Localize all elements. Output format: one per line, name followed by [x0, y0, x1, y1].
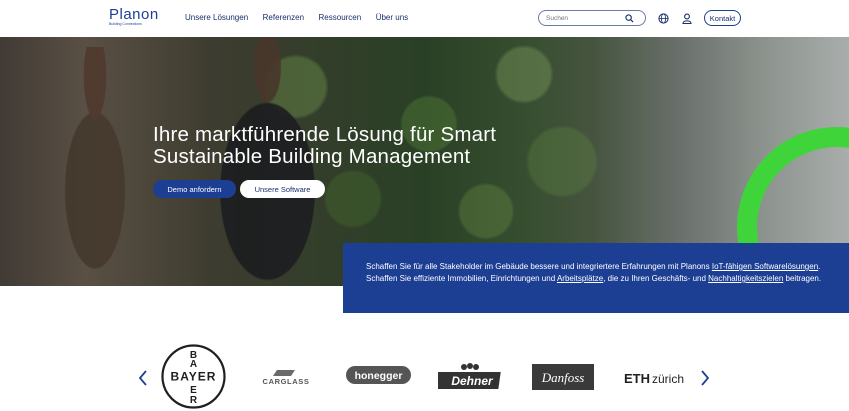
svg-text:honegger: honegger	[355, 370, 403, 382]
main-nav: Unsere Lösungen Referenzen Ressourcen Üb…	[185, 13, 423, 22]
demo-request-button[interactable]: Demo anfordern	[153, 180, 236, 198]
contact-button[interactable]: Kontakt	[704, 10, 741, 26]
dehner-logo: Dehner	[438, 363, 501, 389]
globe-icon[interactable]	[658, 12, 669, 24]
search-icon[interactable]	[625, 13, 634, 23]
intro-text-part: , die zu Ihren Geschäfts- und	[603, 274, 709, 283]
eth-zurich-logo: ETH zürich	[624, 371, 684, 386]
nav-item-resources[interactable]: Ressourcen	[319, 13, 362, 22]
svg-text:R: R	[190, 395, 198, 406]
our-software-button[interactable]: Unsere Software	[240, 180, 325, 198]
site-header: Planon Building Connections Unsere Lösun…	[0, 0, 849, 37]
bayer-logo: BAYER B A E R	[161, 344, 226, 409]
honegger-logo: honegger	[346, 366, 411, 384]
logo-wordmark: Planon	[109, 6, 159, 23]
nav-item-solutions[interactable]: Unsere Lösungen	[185, 13, 248, 22]
intro-text-part: Schaffen Sie für alle Stakeholder im Geb…	[366, 262, 712, 271]
svg-text:CARGLASS: CARGLASS	[263, 377, 310, 386]
hero-title: Ihre marktführende Lösung für Smart Sust…	[153, 123, 497, 168]
workplaces-link[interactable]: Arbeitsplätze	[557, 274, 603, 283]
svg-text:Dehner: Dehner	[451, 374, 494, 388]
nav-item-references[interactable]: Referenzen	[263, 13, 304, 22]
svg-text:BAYER: BAYER	[171, 370, 217, 384]
client-logo-carousel: BAYER B A E R CARGLASS honegger Dehner D…	[0, 340, 849, 411]
carglass-logo: CARGLASS	[263, 370, 310, 386]
nav-item-about[interactable]: Über uns	[376, 13, 408, 22]
iot-solutions-link[interactable]: IoT-fähigen Softwarelösungen	[712, 262, 818, 271]
sustainability-goals-link[interactable]: Nachhaltigkeitszielen	[708, 274, 783, 283]
search-box	[538, 10, 646, 26]
svg-text:A: A	[190, 359, 197, 370]
logo-tagline: Building Connections	[109, 22, 142, 26]
danfoss-logo: Danfoss	[532, 364, 594, 390]
carousel-prev-arrow-icon[interactable]	[138, 370, 148, 386]
carousel-next-arrow-icon[interactable]	[700, 370, 710, 386]
intro-panel: Schaffen Sie für alle Stakeholder im Geb…	[343, 243, 849, 313]
user-icon[interactable]	[682, 13, 692, 24]
svg-text:ETH: ETH	[624, 371, 650, 386]
intro-text-part: beitragen.	[783, 274, 822, 283]
intro-text: Schaffen Sie für alle Stakeholder im Geb…	[366, 261, 836, 285]
svg-text:zürich: zürich	[652, 372, 684, 386]
svg-text:Danfoss: Danfoss	[541, 370, 585, 385]
planon-logo[interactable]: Planon Building Connections	[109, 6, 159, 28]
search-input[interactable]	[546, 13, 626, 24]
